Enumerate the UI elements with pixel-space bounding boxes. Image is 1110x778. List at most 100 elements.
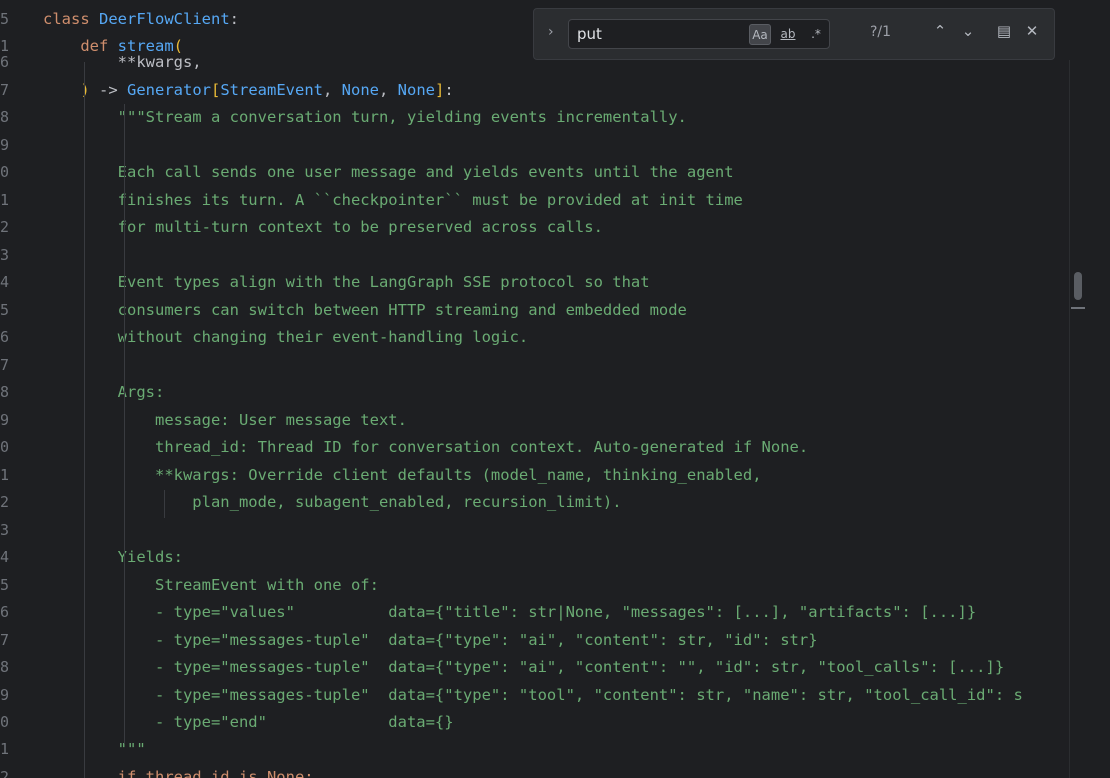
code-token: - type="messages-tuple" data={"type": "a… xyxy=(43,658,1005,676)
scrollbar-caret-marker xyxy=(1071,307,1085,309)
code-token: """Stream a conversation turn, yielding … xyxy=(43,108,687,126)
code-token: [ xyxy=(211,81,221,99)
code-token: finishes its turn. A ``checkpointer`` mu… xyxy=(43,191,743,209)
code-line[interactable]: 9 - type="messages-tuple" data={"type": … xyxy=(0,682,1070,709)
line-number: 3 xyxy=(0,521,10,539)
code-line[interactable]: 8 Args: xyxy=(0,379,1070,406)
code-token: : xyxy=(229,10,239,28)
code-line[interactable]: 8 - type="messages-tuple" data={"type": … xyxy=(0,654,1070,681)
code-line[interactable]: 2 if thread_id is None: xyxy=(0,764,1070,778)
line-number: 5 xyxy=(0,576,10,594)
code-line[interactable]: 8 """Stream a conversation turn, yieldin… xyxy=(0,104,1070,131)
code-token: - type="values" data={"title": str|None,… xyxy=(43,603,977,621)
code-token: without changing their event-handling lo… xyxy=(43,328,529,346)
line-number: 9 xyxy=(0,411,10,429)
code-token: - type="end" data={} xyxy=(43,713,454,731)
code-token: class xyxy=(43,10,99,28)
line-number: 7 xyxy=(0,631,10,649)
code-token: Generator xyxy=(127,81,211,99)
code-line[interactable]: 5 consumers can switch between HTTP stre… xyxy=(0,297,1070,324)
whole-word-toggle[interactable]: ab xyxy=(777,24,799,45)
code-token: StreamEvent xyxy=(220,81,323,99)
line-number: 6 xyxy=(0,53,10,71)
code-text: - type="messages-tuple" data={"type": "t… xyxy=(43,682,1023,709)
code-editor[interactable]: 5 class DeerFlowClient: 1 def stream(6 **k… xyxy=(0,0,1070,778)
code-token: - type="messages-tuple" data={"type": "a… xyxy=(43,631,818,649)
code-text: Args: xyxy=(43,379,165,406)
match-case-toggle[interactable]: Aa xyxy=(749,24,771,45)
code-text: message: User message text. xyxy=(43,407,407,434)
code-line[interactable]: 9 xyxy=(0,132,1070,159)
filter-search-results-icon[interactable]: ▤ xyxy=(994,22,1014,40)
expand-replace-chevron-icon[interactable]: › xyxy=(548,24,554,40)
code-line[interactable]: 4 Event types align with the LangGraph S… xyxy=(0,269,1070,296)
code-token: , xyxy=(379,81,398,99)
code-token: Args: xyxy=(43,383,165,401)
code-text: consumers can switch between HTTP stream… xyxy=(43,297,687,324)
find-result-count: ?/1 xyxy=(870,24,892,40)
code-token: Each call sends one user message and yie… xyxy=(43,163,734,181)
code-line[interactable]: 3 xyxy=(0,517,1070,544)
code-token: **kwargs, xyxy=(43,53,202,71)
indent-guide xyxy=(84,62,85,778)
code-text: """Stream a conversation turn, yielding … xyxy=(43,104,687,131)
find-query-text: put xyxy=(577,25,602,43)
code-token: """ xyxy=(43,740,146,758)
code-line[interactable]: 6 - type="values" data={"title": str|Non… xyxy=(0,599,1070,626)
code-line[interactable]: 1 **kwargs: Override client defaults (mo… xyxy=(0,462,1070,489)
code-text: Event types align with the LangGraph SSE… xyxy=(43,269,650,296)
code-token: ) xyxy=(80,81,90,99)
code-line[interactable]: 2 for multi-turn context to be preserved… xyxy=(0,214,1070,241)
code-token: : xyxy=(444,81,454,99)
code-token: thread_id: Thread ID for conversation co… xyxy=(43,438,809,456)
line-number: 1 xyxy=(0,740,10,758)
line-number: 9 xyxy=(0,686,10,704)
vertical-scrollbar-thumb[interactable] xyxy=(1074,272,1082,300)
code-line[interactable]: 4 Yields: xyxy=(0,544,1070,571)
code-text: finishes its turn. A ``checkpointer`` mu… xyxy=(43,187,743,214)
code-token: ] xyxy=(435,81,445,99)
line-number: 8 xyxy=(0,658,10,676)
code-line[interactable]: 5 StreamEvent with one of: xyxy=(0,572,1070,599)
line-number: 8 xyxy=(0,108,10,126)
line-number: 0 xyxy=(0,163,10,181)
code-line[interactable]: 0 thread_id: Thread ID for conversation … xyxy=(0,434,1070,461)
code-text: """ xyxy=(43,736,146,763)
code-line[interactable]: 1 finishes its turn. A ``checkpointer`` … xyxy=(0,187,1070,214)
code-text: - type="messages-tuple" data={"type": "a… xyxy=(43,654,1004,681)
next-occurrence-button[interactable]: ⌄ xyxy=(958,22,978,40)
code-line[interactable]: 6 without changing their event-handling … xyxy=(0,324,1070,351)
code-line[interactable]: 0 Each call sends one user message and y… xyxy=(0,159,1070,186)
code-line[interactable]: 2 plan_mode, subagent_enabled, recursion… xyxy=(0,489,1070,516)
close-find-bar-button[interactable]: ✕ xyxy=(1022,22,1042,40)
previous-occurrence-button[interactable]: ⌃ xyxy=(930,22,950,40)
line-number: 7 xyxy=(0,81,10,99)
regex-toggle[interactable]: .* xyxy=(805,24,827,45)
code-line[interactable]: 0 - type="end" data={} xyxy=(0,709,1070,736)
code-token: - type="messages-tuple" data={"type": "t… xyxy=(43,686,1023,704)
code-text: ) -> Generator[StreamEvent, None, None]: xyxy=(43,77,454,104)
code-text: - type="values" data={"title": str|None,… xyxy=(43,599,976,626)
code-text: - type="end" data={} xyxy=(43,709,454,736)
code-token: plan_mode, subagent_enabled, recursion_l… xyxy=(43,493,622,511)
indent-guide xyxy=(124,104,125,744)
line-number: 0 xyxy=(0,713,10,731)
line-number: 1 xyxy=(0,191,10,209)
code-line[interactable]: 3 xyxy=(0,242,1070,269)
code-token: None xyxy=(397,81,435,99)
line-number: 5 xyxy=(0,10,10,28)
editor-right-border xyxy=(1069,60,1070,778)
code-token: DeerFlowClient xyxy=(99,10,230,28)
indent-guide xyxy=(164,490,165,518)
find-input[interactable]: put Aa ab .* xyxy=(568,19,830,49)
code-line[interactable]: 7 - type="messages-tuple" data={"type": … xyxy=(0,627,1070,654)
code-line[interactable]: 7 ) -> Generator[StreamEvent, None, None… xyxy=(0,77,1070,104)
code-line[interactable]: 1 """ xyxy=(0,736,1070,763)
code-text: StreamEvent with one of: xyxy=(43,572,379,599)
line-number: 3 xyxy=(0,246,10,264)
line-number: 5 xyxy=(0,301,10,319)
code-line[interactable]: 9 message: User message text. xyxy=(0,407,1070,434)
line-number: 8 xyxy=(0,383,10,401)
code-line[interactable]: 7 xyxy=(0,352,1070,379)
